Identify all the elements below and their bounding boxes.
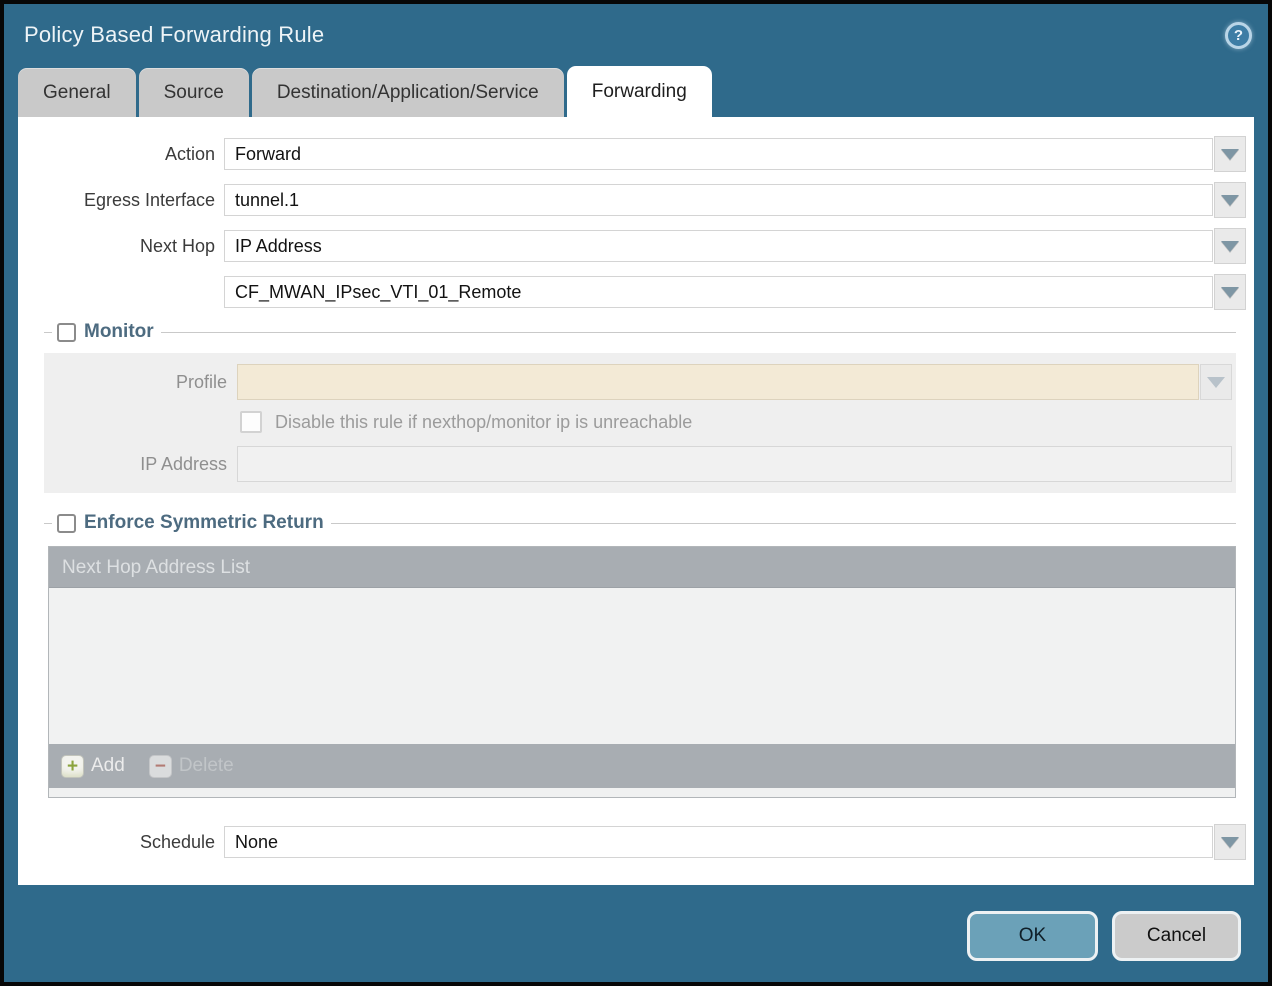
monitor-legend: Monitor (44, 320, 1236, 344)
table-bottom-strip (49, 788, 1235, 797)
monitor-checkbox[interactable] (57, 323, 76, 342)
action-combobox[interactable]: Forward (224, 138, 1213, 170)
egress-interface-label: Egress Interface (18, 190, 224, 211)
schedule-combobox[interactable]: None (224, 826, 1213, 858)
fieldset-border-line (161, 332, 1236, 333)
help-icon[interactable]: ? (1225, 22, 1252, 49)
monitor-panel: Profile Disable this rule if nexthop/mon… (44, 353, 1236, 493)
action-dropdown-button[interactable] (1214, 136, 1246, 172)
next-hop-address-dropdown-button[interactable] (1214, 274, 1246, 310)
monitor-ip-address-label: IP Address (44, 454, 237, 475)
minus-icon: − (149, 755, 172, 778)
schedule-row: Schedule None (18, 824, 1246, 860)
chevron-down-icon (1221, 837, 1239, 848)
add-button-label: Add (91, 755, 125, 777)
ok-button[interactable]: OK (967, 911, 1098, 961)
tab-general[interactable]: General (18, 68, 136, 117)
plus-icon: + (61, 755, 84, 778)
chevron-down-icon (1221, 195, 1239, 206)
disable-rule-checkbox (240, 411, 262, 433)
profile-combobox (237, 364, 1199, 400)
egress-interface-dropdown-button[interactable] (1214, 182, 1246, 218)
monitor-section: Monitor Profile Disable this rule if nex… (44, 320, 1236, 493)
monitor-ip-address-row: IP Address (44, 446, 1232, 482)
profile-dropdown-button (1200, 364, 1232, 400)
fieldset-border-line (331, 523, 1236, 524)
next-hop-address-combobox[interactable]: CF_MWAN_IPsec_VTI_01_Remote (224, 276, 1213, 308)
next-hop-type-combobox[interactable]: IP Address (224, 230, 1213, 262)
schedule-label: Schedule (18, 832, 224, 853)
next-hop-address-list-body[interactable] (49, 588, 1235, 744)
chevron-down-icon (1221, 287, 1239, 298)
fieldset-border-segment (44, 332, 52, 333)
cancel-button[interactable]: Cancel (1112, 911, 1241, 961)
delete-button-label: Delete (179, 755, 234, 777)
add-button[interactable]: + Add (61, 755, 125, 778)
symmetric-return-section: Enforce Symmetric Return Next Hop Addres… (44, 511, 1236, 798)
table-toolbar: + Add − Delete (49, 744, 1235, 788)
disable-rule-row: Disable this rule if nexthop/monitor ip … (240, 409, 1232, 435)
symmetric-return-checkbox[interactable] (57, 514, 76, 533)
schedule-dropdown-button[interactable] (1214, 824, 1246, 860)
chevron-down-icon (1221, 241, 1239, 252)
dialog-footer: OK Cancel (967, 911, 1241, 961)
tab-bar: General Source Destination/Application/S… (4, 66, 1268, 117)
fieldset-border-segment (44, 523, 52, 524)
forwarding-tab-panel: Action Forward Egress Interface tunnel.1… (18, 117, 1254, 885)
symmetric-return-legend: Enforce Symmetric Return (44, 511, 1236, 535)
delete-button: − Delete (149, 755, 234, 778)
profile-label: Profile (44, 372, 237, 393)
egress-interface-combobox[interactable]: tunnel.1 (224, 184, 1213, 216)
egress-interface-row: Egress Interface tunnel.1 (18, 182, 1246, 218)
disable-rule-label: Disable this rule if nexthop/monitor ip … (275, 412, 692, 433)
chevron-down-icon (1207, 377, 1225, 388)
tab-source[interactable]: Source (139, 68, 249, 117)
next-hop-row: Next Hop IP Address (18, 228, 1246, 264)
action-label: Action (18, 144, 224, 165)
next-hop-address-row: CF_MWAN_IPsec_VTI_01_Remote (18, 274, 1246, 310)
monitor-ip-address-input (237, 446, 1232, 482)
next-hop-type-dropdown-button[interactable] (1214, 228, 1246, 264)
title-bar: Policy Based Forwarding Rule ? (4, 4, 1268, 66)
tab-destination-application-service[interactable]: Destination/Application/Service (252, 68, 564, 117)
monitor-legend-title: Monitor (84, 321, 154, 343)
action-row: Action Forward (18, 136, 1246, 172)
symmetric-return-legend-title: Enforce Symmetric Return (84, 512, 324, 534)
next-hop-address-list-header: Next Hop Address List (49, 547, 1235, 588)
tab-forwarding[interactable]: Forwarding (567, 66, 712, 117)
dialog-title: Policy Based Forwarding Rule (24, 22, 324, 48)
next-hop-label: Next Hop (18, 236, 224, 257)
policy-based-forwarding-rule-dialog: Policy Based Forwarding Rule ? General S… (0, 0, 1272, 986)
next-hop-address-list-table: Next Hop Address List + Add − Delete (48, 546, 1236, 798)
chevron-down-icon (1221, 149, 1239, 160)
profile-row: Profile (44, 364, 1232, 400)
